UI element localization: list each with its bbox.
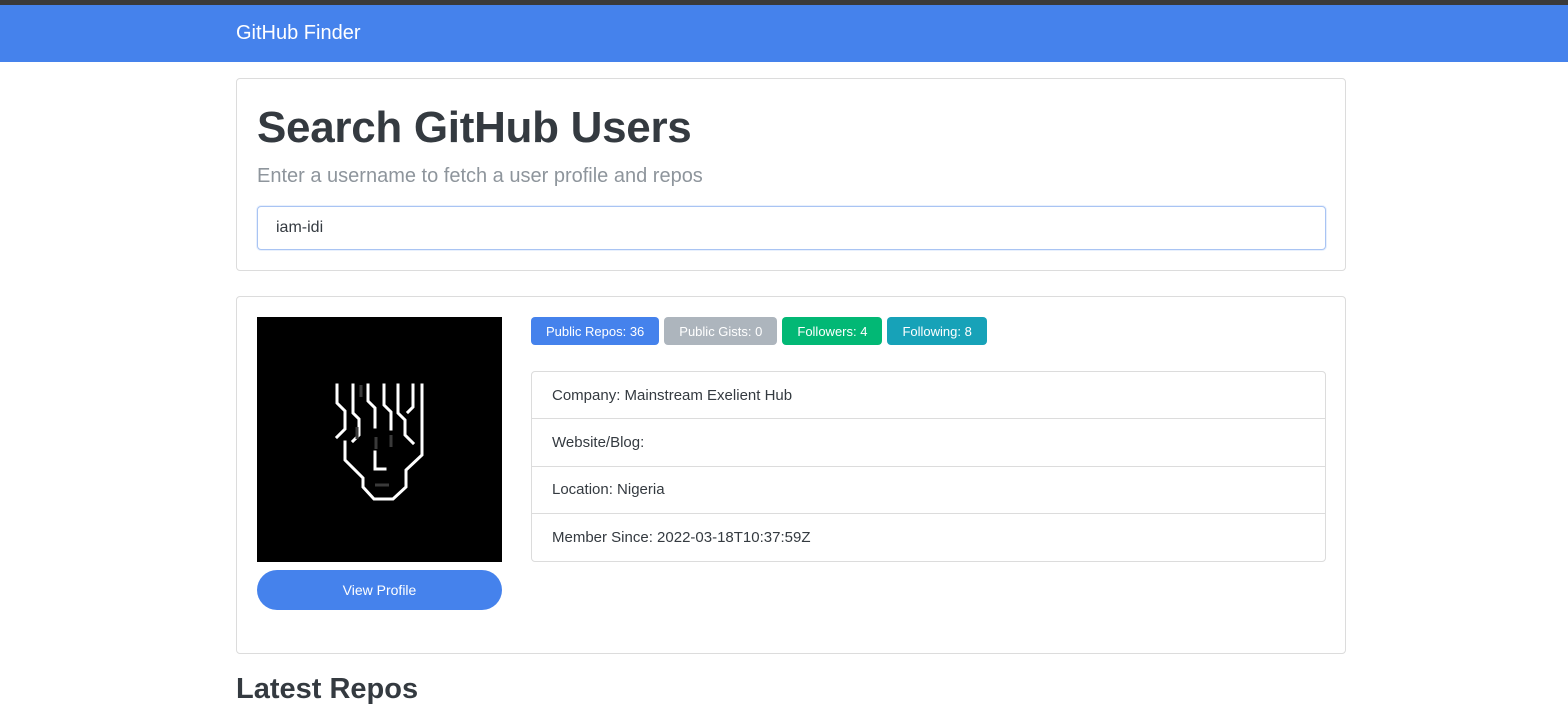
view-profile-button[interactable]: View Profile: [257, 570, 502, 610]
latest-repos-heading: Latest Repos: [236, 673, 419, 705]
following-badge: Following: 8: [887, 317, 987, 345]
search-subtitle: Enter a username to fetch a user profile…: [257, 165, 703, 187]
avatar: [257, 317, 502, 562]
navbar-brand[interactable]: GitHub Finder: [236, 22, 361, 45]
stats-badges: Public Repos: 36 Public Gists: 0 Followe…: [531, 317, 987, 345]
avatar-face-icon: [334, 383, 424, 501]
page-title: Search GitHub Users: [257, 103, 692, 152]
search-input[interactable]: [257, 206, 1326, 250]
company-item: Company: Mainstream Exelient Hub: [532, 372, 1325, 420]
followers-badge: Followers: 4: [782, 317, 883, 345]
location-item: Location: Nigeria: [532, 467, 1325, 514]
member-since-item: Member Since: 2022-03-18T10:37:59Z: [552, 528, 811, 546]
public-gists-badge: Public Gists: 0: [664, 317, 778, 345]
profile-details-list: Company: Mainstream Exelient Hub Website…: [531, 371, 1326, 562]
profile-card: View Profile Public Repos: 36 Public Gis…: [236, 296, 1346, 654]
navbar: GitHub Finder: [0, 5, 1568, 62]
website-item: Website/Blog:: [532, 419, 1325, 467]
public-repos-badge: Public Repos: 36: [531, 317, 660, 345]
search-card: Search GitHub Users Enter a username to …: [236, 78, 1346, 271]
